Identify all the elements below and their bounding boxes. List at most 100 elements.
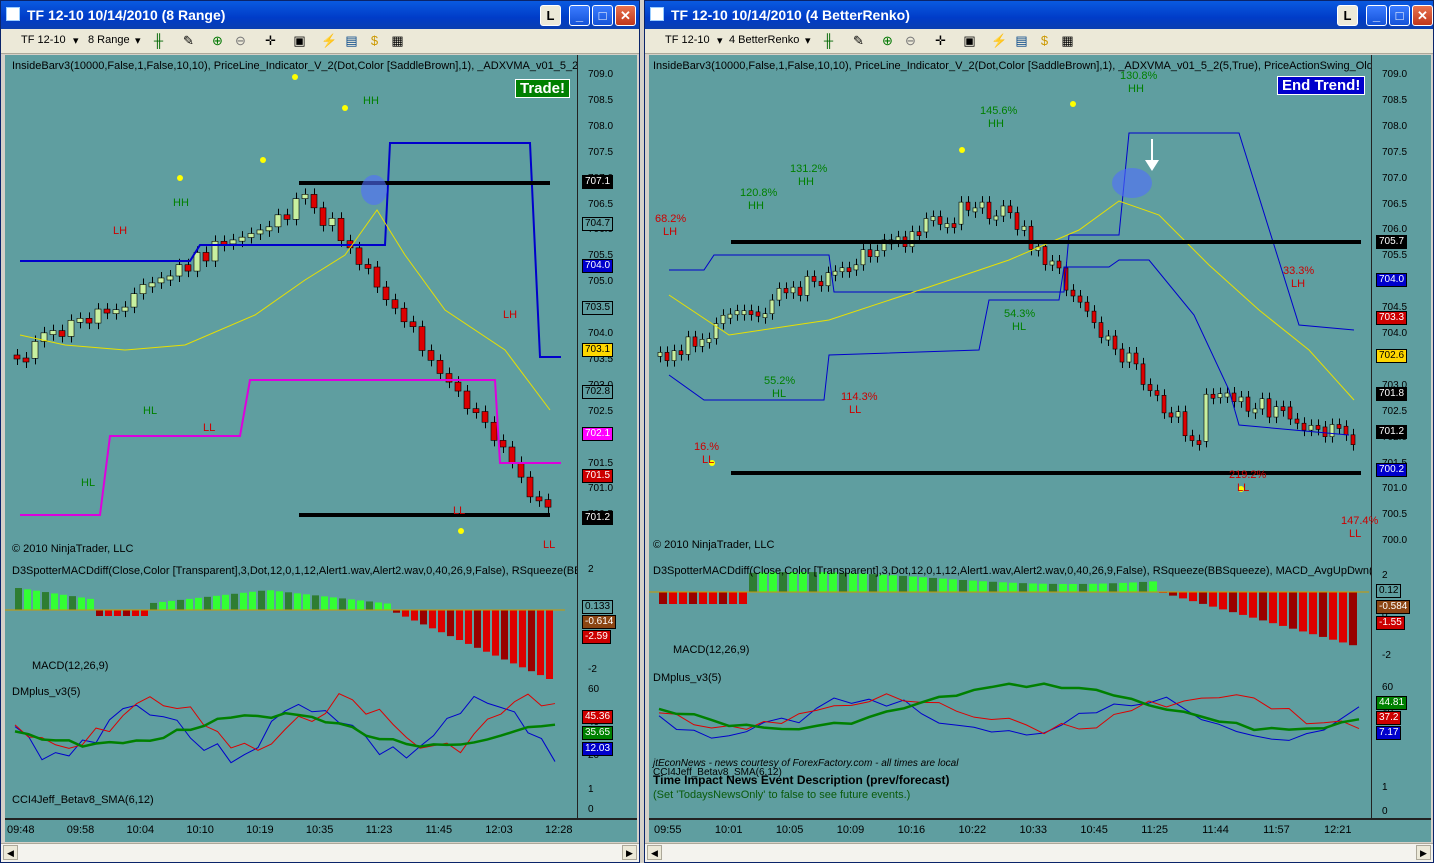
axis-tick-label: 708.0 <box>1382 120 1408 132</box>
axis-tick-label: -2 <box>1382 650 1391 661</box>
candle-body <box>776 288 782 301</box>
macd-histogram-bar <box>420 610 427 625</box>
left-cci-axis[interactable]: 10 <box>577 782 637 818</box>
macd-histogram-bar <box>909 576 917 592</box>
chart-trader-icon[interactable]: $ <box>367 33 382 48</box>
minimize-button[interactable]: _ <box>1366 5 1387 26</box>
candle-body <box>797 286 803 296</box>
value-tag: 0.12 <box>1376 584 1402 598</box>
left-title-bar[interactable]: TF 12-10 10/14/2010 (8 Range) L _ □ ✕ <box>1 1 639 29</box>
left-price-panel[interactable]: InsideBarv3(10000,False,1,False,10,10), … <box>5 55 637 561</box>
candle-body <box>1161 394 1167 414</box>
crosshair-icon[interactable]: ✛ <box>933 33 948 48</box>
right-macd-axis[interactable]: 20-20.12-0.584-1.55 <box>1371 560 1431 662</box>
properties-icon[interactable]: ▣ <box>292 33 307 48</box>
period-selector[interactable]: 4 BetterRenko <box>729 34 799 46</box>
macd-histogram-bar <box>1009 582 1017 592</box>
macd-histogram-bar <box>177 599 184 610</box>
right-dm-panel[interactable]: DMplus_v3(5) 60402044.8137.27.17 <box>649 662 1431 757</box>
minimize-button[interactable]: _ <box>569 5 590 26</box>
candle-body <box>355 247 363 265</box>
draw-tool-icon[interactable]: ✎ <box>851 33 866 48</box>
period-selector[interactable]: 8 Range <box>88 34 130 46</box>
candle-body <box>790 286 796 294</box>
link-button[interactable]: L <box>540 5 561 26</box>
swing-type-label: HH <box>988 118 1004 130</box>
right-price-panel[interactable]: InsideBarv3(10000,False,1,False,10,10), … <box>649 55 1431 561</box>
macd-histogram-bar <box>33 590 40 610</box>
left-macd-panel[interactable]: D3SpotterMACDdiff(Close,Color [Transpare… <box>5 560 637 681</box>
scroll-right-icon[interactable]: ▶ <box>1416 845 1431 860</box>
right-macd-panel[interactable]: D3SpotterMACDdiff(Close,Color [Transpare… <box>649 560 1431 663</box>
macd-histogram-bar <box>375 602 382 610</box>
left-macd-axis[interactable]: 20-20.133-0.614-2.59 <box>577 560 637 680</box>
close-button[interactable]: ✕ <box>1412 5 1433 26</box>
instrument-dropdown-icon[interactable]: ▾ <box>73 34 79 47</box>
right-price-axis[interactable]: 709.0 708.5 708.0 707.5 707.0 706.5 706.0 705.5… <box>1371 55 1431 560</box>
strategies-icon[interactable]: ⚡ <box>321 33 337 48</box>
right-time-axis[interactable]: 09:55 10:01 10:05 10:09 10:16 10:22 10:33 10:45… <box>649 819 1431 842</box>
zoom-out-icon[interactable]: ⊖ <box>903 33 918 48</box>
close-button[interactable]: ✕ <box>615 5 636 26</box>
time-tick-label: 11:25 <box>1141 824 1168 836</box>
zoom-in-icon[interactable]: ⊕ <box>880 33 895 48</box>
chart-trader-icon[interactable]: $ <box>1037 33 1052 48</box>
candle-body <box>1077 295 1083 303</box>
bar-style-icon[interactable]: ╫ <box>821 33 836 48</box>
maximize-button[interactable]: □ <box>1389 5 1410 26</box>
data-box-icon[interactable]: ▦ <box>1060 33 1075 48</box>
draw-tool-icon[interactable]: ✎ <box>181 33 196 48</box>
right-horizontal-scrollbar[interactable]: ◀ ▶ <box>645 843 1433 862</box>
axis-tick-label: 708.5 <box>1382 94 1408 106</box>
instrument-dropdown-icon[interactable]: ▾ <box>717 34 723 47</box>
maximize-button[interactable]: □ <box>592 5 613 26</box>
candle-body <box>1273 406 1279 418</box>
right-cci-panel[interactable]: jtEconNews - news courtesy of ForexFacto… <box>649 756 1431 819</box>
zoom-in-icon[interactable]: ⊕ <box>210 33 225 48</box>
scroll-left-icon[interactable]: ◀ <box>647 845 662 860</box>
right-dm-axis[interactable]: 60402044.8137.27.17 <box>1371 662 1431 756</box>
scroll-left-icon[interactable]: ◀ <box>3 845 18 860</box>
period-dropdown-icon[interactable]: ▾ <box>135 34 141 47</box>
swing-type-label: LL <box>1349 528 1362 540</box>
zoom-out-icon[interactable]: ⊖ <box>233 33 248 48</box>
value-tag: 702.1 <box>582 427 614 441</box>
left-horizontal-scrollbar[interactable]: ◀ ▶ <box>1 843 639 862</box>
candle-body <box>671 350 677 361</box>
axis-tick-label: 705.5 <box>1382 250 1408 262</box>
left-dm-axis[interactable]: 60402045.3635.6512.03 <box>577 680 637 782</box>
value-tag: 37.2 <box>1376 711 1402 725</box>
macd-histogram-bar <box>1209 592 1217 607</box>
candle-body <box>1252 408 1258 414</box>
left-chart-area[interactable]: InsideBarv3(10000,False,1,False,10,10), … <box>5 55 637 822</box>
right-cci-axis[interactable]: 10 <box>1371 756 1431 818</box>
instrument-selector[interactable]: TF 12-10 <box>665 34 710 46</box>
crosshair-icon[interactable]: ✛ <box>263 33 278 48</box>
data-box-icon[interactable]: ▦ <box>390 33 405 48</box>
properties-icon[interactable]: ▣ <box>962 33 977 48</box>
left-cci-panel[interactable]: CCI4Jeff_Betav8_SMA(6,12) 10 <box>5 782 637 819</box>
indicators-icon[interactable]: ▤ <box>1014 33 1029 48</box>
axis-tick-label: 705.0 <box>588 276 614 288</box>
candle-body <box>229 239 237 245</box>
indicators-icon[interactable]: ▤ <box>344 33 359 48</box>
link-button[interactable]: L <box>1337 5 1358 26</box>
left-dm-panel[interactable]: DMplus_v3(5) 60402045.3635.6512.03 <box>5 680 637 783</box>
scroll-right-icon[interactable]: ▶ <box>622 845 637 860</box>
macd-histogram-bar <box>285 592 292 610</box>
candle-body <box>481 411 489 423</box>
axis-tick-label: 1 <box>588 784 594 795</box>
bar-style-icon[interactable]: ╫ <box>151 33 166 48</box>
left-time-axis[interactable]: 09:48 09:58 10:04 10:10 10:19 10:35 11:23 11:45… <box>5 819 637 842</box>
macd-histogram-bar <box>474 610 481 648</box>
left-price-axis[interactable]: 709.0708.5708.0707.5707.0706.5706.0705.5… <box>577 55 637 560</box>
instrument-selector[interactable]: TF 12-10 <box>21 34 66 46</box>
macd-histogram-bar <box>689 592 697 604</box>
right-title-bar[interactable]: TF 12-10 10/14/2010 (4 BetterRenko) L _ … <box>645 1 1433 29</box>
value-tag: 705.7 <box>1376 235 1408 249</box>
strategies-icon[interactable]: ⚡ <box>991 33 1007 48</box>
axis-tick-label: 2 <box>1382 570 1388 581</box>
right-chart-area[interactable]: InsideBarv3(10000,False,1,False,10,10), … <box>649 55 1431 822</box>
macd-histogram-bar <box>1039 583 1047 592</box>
period-dropdown-icon[interactable]: ▾ <box>805 34 811 47</box>
